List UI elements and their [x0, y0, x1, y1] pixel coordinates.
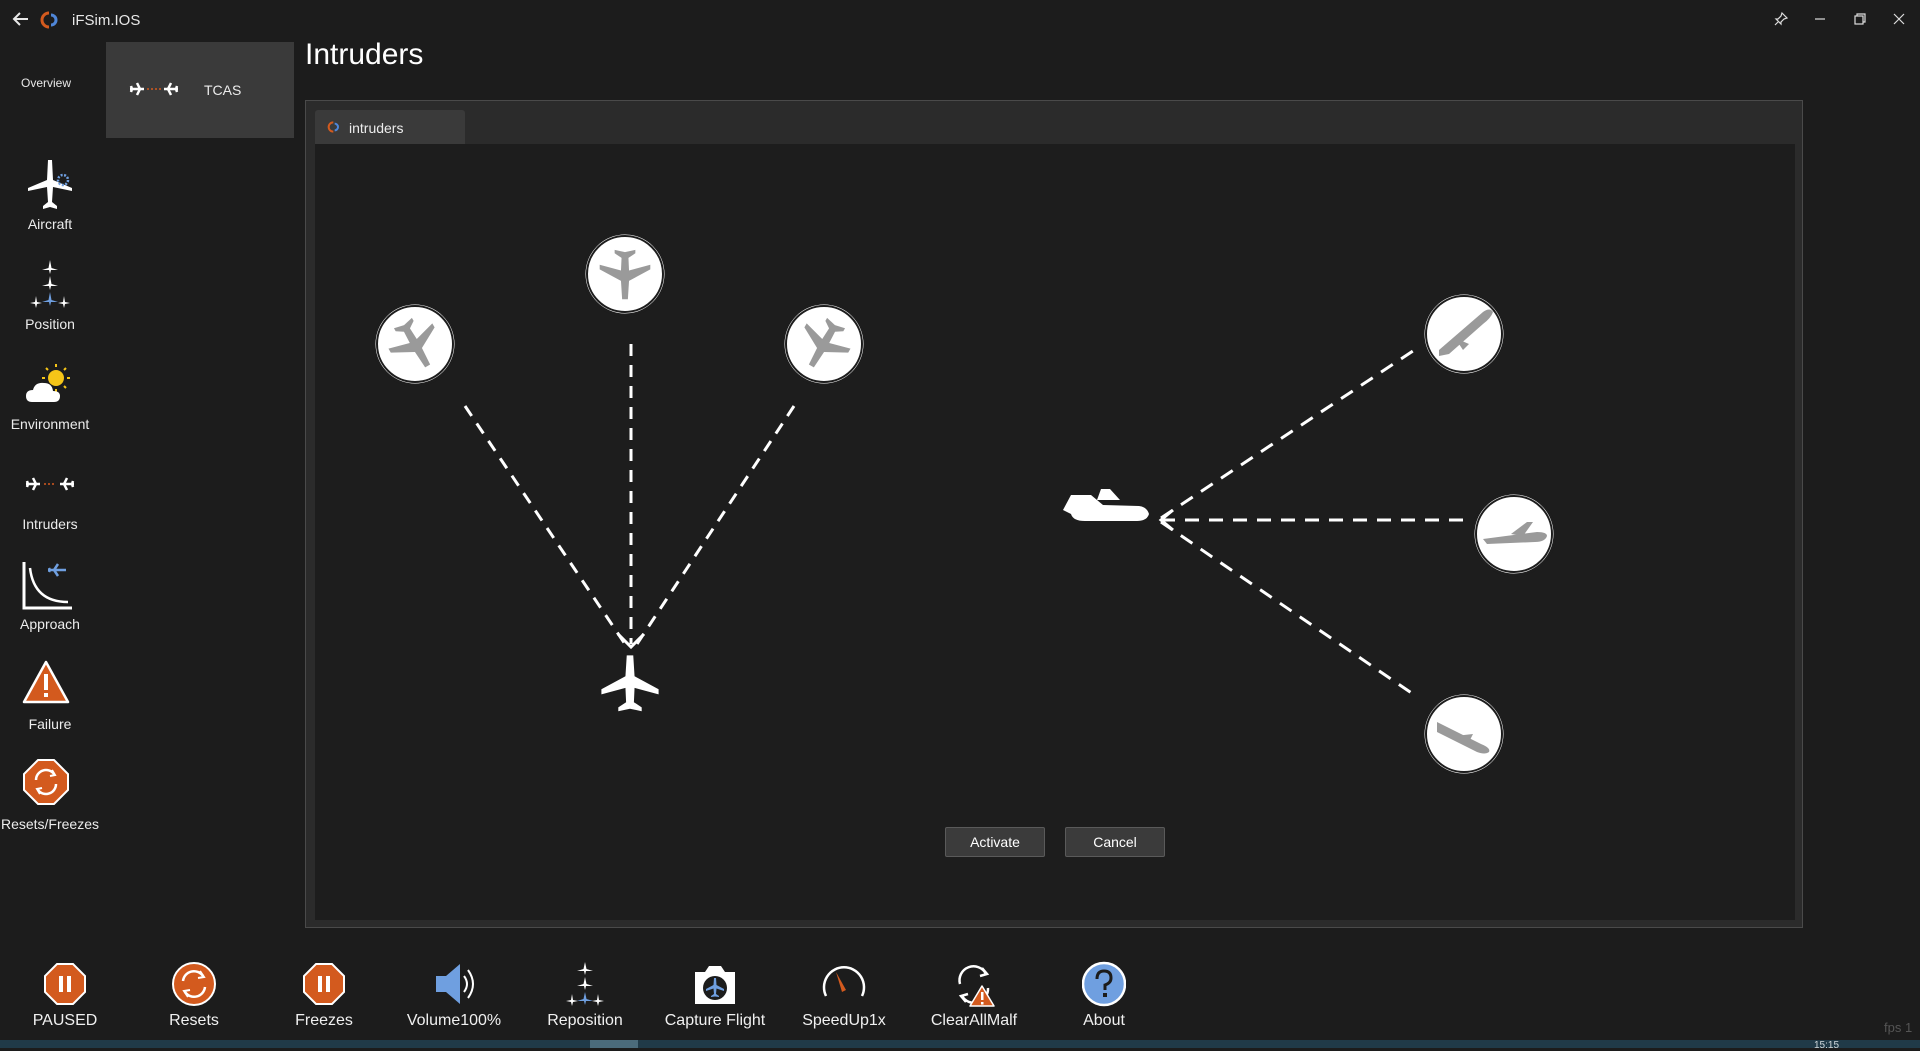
capture-flight-button[interactable]: Capture Flight — [655, 958, 775, 1038]
restore-icon — [1854, 13, 1866, 25]
clear-malfunction-icon — [958, 965, 995, 1007]
subnav-card-tcas[interactable]: TCAS — [106, 42, 294, 138]
nav-label-environment: Environment — [10, 416, 90, 432]
capture-flight-label: Capture Flight — [664, 1012, 766, 1029]
clear-all-malf-button[interactable]: ClearAllMalf — [914, 958, 1034, 1038]
nav-item-aircraft[interactable]: Aircraft — [0, 158, 100, 248]
position-icon — [30, 260, 70, 308]
intruder-center-top-button[interactable] — [582, 231, 668, 317]
app-title: iFSim.IOS — [72, 12, 141, 29]
environment-icon — [26, 364, 70, 402]
left-navigation: Overview Aircraft Position Environment I… — [0, 40, 100, 940]
freezes-label: Freezes — [295, 1012, 353, 1029]
camera-icon — [695, 966, 735, 1004]
resets-freezes-icon — [23, 759, 69, 805]
subnav-label-tcas: TCAS — [204, 82, 242, 98]
bottom-toolbar: PAUSED Resets Freezes Volume100% Reposit… — [0, 958, 1920, 1038]
reposition-icon — [566, 962, 604, 1006]
intruders-panel: intruders Activate Cancel — [305, 100, 1803, 928]
tcas-icon — [129, 82, 179, 96]
reposition-label: Reposition — [547, 1012, 623, 1029]
intruder-diagram — [372, 231, 1557, 777]
back-arrow-icon[interactable] — [10, 8, 32, 30]
pause-icon — [44, 963, 86, 1005]
help-icon — [1082, 961, 1126, 1007]
nav-item-intruders[interactable]: Intruders — [0, 458, 100, 548]
intruders-icon — [25, 477, 75, 491]
nav-item-position[interactable]: Position — [0, 258, 100, 348]
title-bar: iFSim.IOS — [0, 0, 1920, 40]
nav-label-aircraft: Aircraft — [27, 216, 73, 232]
paused-label: PAUSED — [32, 1012, 98, 1029]
intruder-right-top-button[interactable] — [781, 301, 867, 387]
nav-label-intruders: Intruders — [22, 516, 78, 532]
tab-intruders[interactable]: intruders — [315, 110, 465, 144]
nav-item-environment[interactable]: Environment — [0, 358, 100, 448]
resets-label: Resets — [169, 1012, 219, 1029]
about-label: About — [1083, 1012, 1125, 1029]
nav-item-resets-freezes[interactable]: Resets/Freezes — [0, 758, 100, 848]
tab-logo-icon — [327, 121, 339, 133]
cancel-button[interactable]: Cancel — [1065, 827, 1165, 857]
approach-icon — [22, 562, 72, 610]
nav-item-failure[interactable]: Failure — [0, 658, 100, 748]
clock-text: 15:15 — [1814, 1040, 1840, 1051]
paused-button[interactable]: PAUSED — [5, 958, 125, 1038]
activate-button[interactable]: Activate — [945, 827, 1045, 857]
intruder-upper-button[interactable] — [1421, 291, 1507, 377]
nav-item-approach[interactable]: Approach — [0, 558, 100, 648]
intruder-level-button[interactable] — [1471, 491, 1557, 577]
reposition-button[interactable]: Reposition — [525, 958, 645, 1038]
close-button[interactable] — [1884, 6, 1914, 32]
intruder-left-top-button[interactable] — [372, 301, 458, 387]
freeze-icon — [303, 963, 345, 1005]
nav-label-position: Position — [25, 316, 75, 332]
minimize-icon — [1815, 18, 1825, 20]
intruders-canvas — [315, 144, 1795, 920]
own-aircraft-top-icon — [601, 655, 659, 712]
speedup-label: SpeedUp1x — [802, 1012, 886, 1029]
aircraft-icon — [28, 160, 72, 209]
minimize-button[interactable] — [1805, 6, 1835, 32]
restore-button[interactable] — [1845, 6, 1875, 32]
taskbar-active-segment[interactable] — [590, 1040, 638, 1048]
pin-button[interactable] — [1766, 6, 1796, 32]
nav-overview[interactable]: Overview — [0, 76, 92, 90]
speedometer-icon — [822, 966, 866, 997]
intruder-lower-button[interactable] — [1421, 691, 1507, 777]
volume-button[interactable]: Volume100% — [394, 958, 514, 1038]
nav-label-resets-freezes: Resets/Freezes — [0, 816, 100, 832]
volume-label: Volume100% — [406, 1012, 502, 1029]
freezes-button[interactable]: Freezes — [264, 958, 384, 1038]
reset-icon — [172, 962, 216, 1006]
about-button[interactable]: About — [1044, 958, 1164, 1038]
failure-icon — [22, 660, 70, 704]
speedup-button[interactable]: SpeedUp1x — [784, 958, 904, 1038]
page-title: Intruders — [305, 38, 424, 71]
taskbar-strip — [0, 1040, 1920, 1048]
nav-label-approach: Approach — [20, 616, 80, 632]
horizontal-paths — [1160, 349, 1465, 696]
fps-counter: fps 1 — [1884, 1020, 1913, 1035]
pin-icon — [1774, 11, 1789, 26]
resets-button[interactable]: Resets — [134, 958, 254, 1038]
close-icon — [1893, 13, 1905, 25]
approach-paths — [463, 344, 796, 645]
tab-label: intruders — [349, 120, 404, 136]
vertical-scenario — [372, 231, 867, 712]
speaker-icon — [436, 964, 474, 1004]
horizontal-scenario — [1063, 291, 1557, 777]
clear-all-malf-label: ClearAllMalf — [930, 1012, 1018, 1029]
nav-label-failure: Failure — [28, 716, 72, 732]
app-logo-icon — [40, 11, 58, 29]
